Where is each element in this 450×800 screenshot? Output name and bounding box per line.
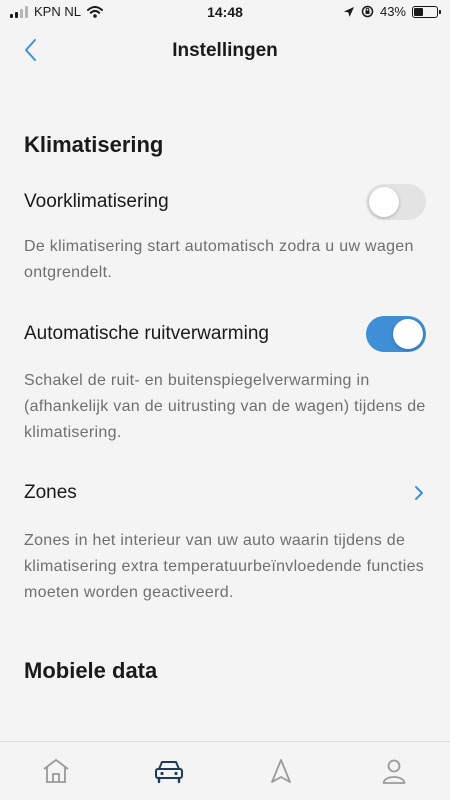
tab-home[interactable] — [36, 751, 76, 791]
zones-label: Zones — [24, 482, 77, 503]
toggle-knob — [369, 187, 399, 217]
battery-icon — [412, 5, 441, 18]
preclimate-row: Voorklimatisering — [24, 184, 426, 220]
window-heating-description: Schakel de ruit- en buitenspiegelverwarm… — [24, 372, 426, 441]
preclimate-label: Voorklimatisering — [24, 191, 169, 212]
rotation-lock-icon — [361, 5, 374, 18]
status-right: 43% — [343, 4, 441, 19]
window-heating-label: Automatische ruitverwarming — [24, 323, 269, 344]
preclimate-toggle[interactable] — [366, 184, 426, 220]
zones-description: Zones in het interieur van uw auto waari… — [24, 532, 425, 601]
status-bar: KPN NL 14:48 43% — [0, 0, 450, 26]
location-icon — [343, 6, 354, 17]
tab-bar — [0, 741, 450, 800]
preclimate-description: De klimatisering start automatisch zodra… — [24, 238, 414, 281]
tab-navigation[interactable] — [261, 751, 301, 791]
section-title-mobile-data: Mobiele data — [24, 658, 158, 683]
home-icon — [43, 759, 69, 783]
window-heating-toggle[interactable] — [366, 316, 426, 352]
nav-bar: Instellingen — [0, 26, 450, 74]
zones-row[interactable]: Zones — [24, 482, 426, 504]
window-heating-row: Automatische ruitverwarming — [24, 316, 426, 352]
tab-profile[interactable] — [374, 751, 414, 791]
battery-fill — [414, 7, 423, 16]
chevron-right-icon — [415, 486, 423, 500]
battery-percent: 43% — [379, 4, 406, 19]
page-title: Instellingen — [172, 40, 278, 61]
section-title-climate: Klimatisering — [24, 132, 164, 157]
toggle-knob — [393, 319, 423, 349]
profile-icon — [382, 759, 406, 784]
tab-car[interactable] — [149, 751, 189, 791]
settings-content[interactable]: Klimatisering Voorklimatisering De klima… — [0, 74, 450, 742]
car-icon — [154, 761, 183, 784]
navigation-icon — [271, 759, 292, 783]
